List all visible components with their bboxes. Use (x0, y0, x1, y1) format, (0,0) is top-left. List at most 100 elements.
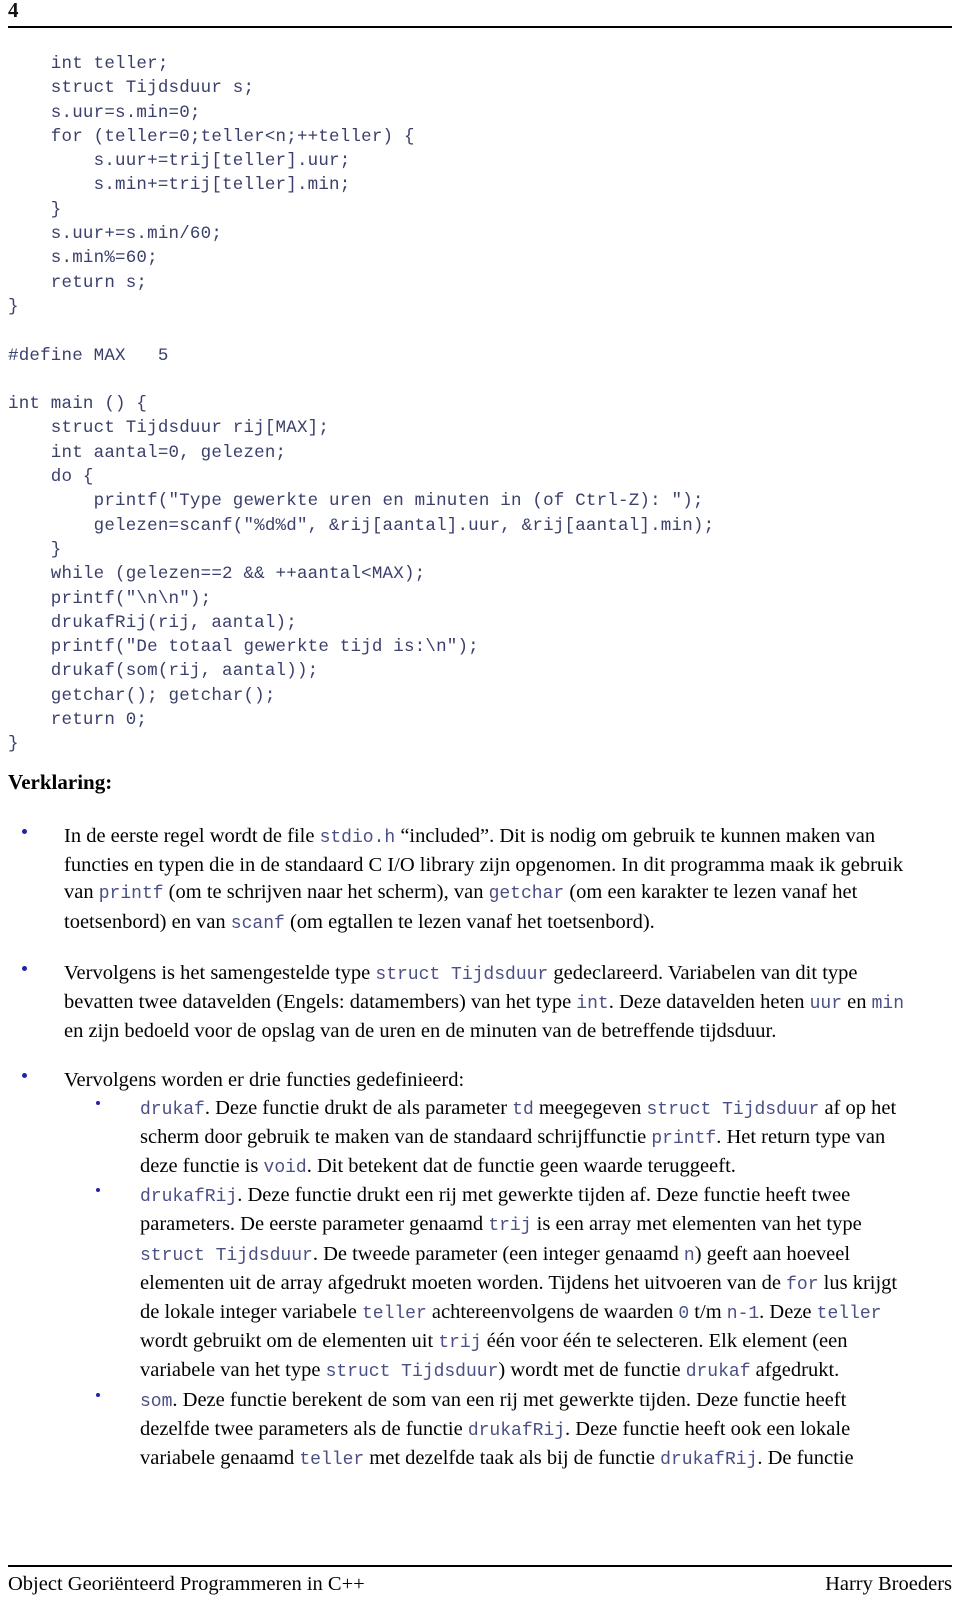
text-fragment: en (842, 991, 872, 1014)
footer-rule (8, 1565, 952, 1567)
inline-code: teller (816, 1304, 882, 1325)
list-item: drukaf. Deze functie drukt de als parame… (0, 1095, 960, 1183)
inline-code: 0 (678, 1304, 690, 1325)
inline-code: stdio.h (319, 828, 396, 848)
text-fragment: Vervolgens is het samengestelde type (64, 961, 376, 984)
code-line: s.uur+=trij[teller].uur; (8, 151, 351, 172)
code-line: int aantal=0, gelezen; (8, 442, 287, 463)
code-line: drukafRij(rij, aantal); (8, 612, 297, 633)
text-fragment: en zijn bedoeld voor de opslag van de ur… (64, 1020, 777, 1043)
inline-code: void (263, 1158, 307, 1179)
text-fragment: . Deze datavelden heten (608, 991, 810, 1014)
code-line: struct Tijdsduur rij[MAX]; (8, 418, 330, 439)
document-page: 4 int teller; struct Tijdsduur s; s.uur=… (0, 0, 960, 1604)
section-heading-verklaring: Verklaring: (8, 770, 113, 794)
code-line: s.uur+=s.min/60; (8, 224, 223, 245)
bullet-dot-icon (96, 1188, 100, 1193)
bullet-dot-icon (96, 1392, 100, 1397)
code-line: for (teller=0;teller<n;++teller) { (8, 126, 415, 147)
inline-code: drukafRij (660, 1450, 758, 1471)
bullet-text-1: In de eerste regel wordt de file stdio.h… (64, 825, 903, 934)
text-fragment: . De tweede parameter (een integer genaa… (312, 1242, 684, 1265)
page-header: 4 (0, 0, 960, 34)
text-fragment: . Dit betekent dat de functie geen waard… (306, 1155, 736, 1178)
inline-code: int (576, 994, 609, 1015)
code-line: printf("De totaal gewerkte tijd is:\n"); (8, 637, 479, 658)
text-fragment: meegegeven (533, 1096, 647, 1119)
code-line: gelezen=scanf("%d%d", &rij[aantal].uur, … (8, 515, 715, 536)
text-fragment: . Deze (759, 1301, 817, 1324)
header-rule (8, 26, 952, 28)
nested-list: drukaf. Deze functie drukt de als parame… (0, 1095, 960, 1475)
bullet-dot-icon (22, 965, 27, 971)
inline-code: printf (98, 884, 164, 905)
inline-code: drukafRij (140, 1187, 238, 1208)
explanation-body: In de eerste regel wordt de file stdio.h… (0, 823, 960, 1474)
inline-code: som (140, 1391, 173, 1412)
text-fragment: (om egtallen te lezen vanaf het toetsenb… (284, 910, 655, 933)
inline-code: struct Tijdsduur (646, 1099, 820, 1120)
code-line: s.uur=s.min=0; (8, 102, 201, 123)
inline-code: drukafRij (467, 1420, 566, 1441)
bullet-dot-icon (22, 1073, 27, 1079)
code-listing: int teller; struct Tijdsduur s; s.uur=s.… (0, 52, 960, 757)
sub-bullet-text-drukafrij: drukafRij. Deze functie drukt een rij me… (140, 1184, 897, 1383)
text-fragment: . De functie (757, 1447, 854, 1470)
list-item: som. Deze functie berekent de som van ee… (0, 1387, 960, 1475)
list-item: Vervolgens is het samengestelde type str… (0, 960, 960, 1046)
inline-code: uur (809, 994, 843, 1015)
inline-code: n (683, 1245, 695, 1266)
code-line: int teller; (8, 54, 169, 74)
footer-right-text: Harry Broeders (825, 1573, 952, 1595)
text-fragment: met dezelfde taak als bij de functie (364, 1447, 661, 1470)
code-line: } (8, 539, 62, 560)
inline-code: getchar (488, 884, 565, 905)
page-number: 4 (8, 0, 19, 22)
text-fragment: afgedrukt. (750, 1359, 840, 1382)
text-fragment: achtereenvolgens de waarden (426, 1301, 679, 1324)
code-line: } (8, 296, 19, 317)
text-fragment: In de eerste regel wordt de file (64, 825, 320, 847)
text-fragment: is een array met elementen van het type (531, 1213, 862, 1236)
code-line: s.min+=trij[teller].min; (8, 175, 351, 196)
code-line: int main () { (8, 394, 148, 415)
inline-code: struct Tijdsduur (325, 1362, 499, 1383)
inline-code: struct Tijdsduur (140, 1245, 313, 1266)
footer-left-text: Object Georiënteerd Programmeren in C++ (8, 1573, 365, 1595)
inline-code: teller (361, 1304, 427, 1325)
code-line: return s; (8, 272, 148, 293)
inline-code: min (871, 994, 905, 1015)
inline-code: trij (488, 1216, 532, 1237)
inline-code: struct Tijdsduur (375, 964, 549, 985)
inline-code: drukaf (140, 1099, 205, 1120)
text-fragment: (om te schrijven naar het scherm), van (163, 881, 489, 904)
page-footer: Object Georiënteerd Programmeren in C++ … (8, 1570, 952, 1598)
inline-code: scanf (230, 913, 285, 934)
code-line: printf("\n\n"); (8, 588, 212, 609)
inline-code: printf (651, 1128, 717, 1149)
code-line: } (8, 199, 62, 220)
inline-code: n-1 (726, 1304, 760, 1325)
sub-bullet-text-som: som. Deze functie berekent de som van ee… (140, 1389, 854, 1471)
bullet-text-3-intro: Vervolgens worden er drie functies gedef… (64, 1069, 465, 1092)
code-line: #define MAX 5 (8, 345, 169, 366)
code-line: s.min%=60; (8, 248, 158, 269)
code-line: do { (8, 467, 94, 488)
code-line: while (gelezen==2 && ++aantal<MAX); (8, 564, 426, 585)
text-fragment: . Deze functie drukt de als parameter (204, 1096, 513, 1119)
sub-bullet-text-drukaf: drukaf. Deze functie drukt de als parame… (140, 1096, 896, 1179)
code-line: } (8, 734, 19, 755)
list-item: Vervolgens worden er drie functies gedef… (0, 1067, 960, 1094)
list-item: In de eerste regel wordt de file stdio.h… (0, 823, 960, 938)
code-line: drukaf(som(rij, aantal)); (8, 661, 319, 682)
inline-code: td (512, 1099, 534, 1120)
bullet-text-2: Vervolgens is het samengestelde type str… (64, 962, 904, 1042)
text-fragment: t/m (689, 1301, 727, 1324)
text-fragment: ) wordt met de functie (498, 1359, 686, 1382)
inline-code: teller (299, 1450, 365, 1471)
code-line: struct Tijdsduur s; (8, 78, 255, 99)
text-fragment: wordt gebruikt om de elementen uit (140, 1330, 439, 1353)
bullet-dot-icon (22, 829, 27, 834)
